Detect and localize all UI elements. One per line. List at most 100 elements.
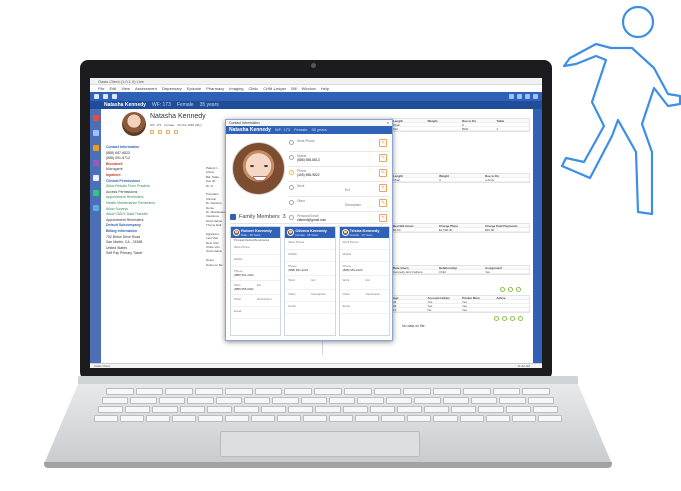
edit-icon[interactable] [508, 287, 513, 292]
grid-header-cell[interactable]: Active [495, 296, 530, 300]
family-card-field[interactable]: Mobile [285, 250, 335, 262]
dialog-patient-chart: WF: 173 [274, 127, 291, 132]
message-icon[interactable] [533, 94, 538, 99]
bell-icon[interactable] [509, 94, 514, 99]
right-side-panel-rail[interactable] [533, 109, 542, 363]
menu-item-dispensary[interactable]: Dispensary [162, 85, 182, 92]
family-card-field[interactable]: Email [285, 302, 335, 314]
menu-item-assessment[interactable]: Assessment [135, 85, 157, 92]
menu-item-clinic[interactable]: Clinic [249, 85, 259, 92]
family-card-field[interactable]: Phone (888) 651-2222 [339, 262, 389, 276]
grid-header-cell[interactable]: Due to Do [460, 119, 495, 123]
delete-note-icon[interactable] [510, 316, 515, 321]
grid-cell [495, 300, 530, 303]
family-card-field[interactable]: Other Description [339, 290, 389, 302]
family-card-field[interactable]: Other Description [285, 290, 335, 302]
field-personal-email[interactable]: Personal Email ntkmed@gmail.com ✎ [289, 212, 389, 227]
family-card-field[interactable]: Work (888) 555-6321 Ext [231, 281, 281, 295]
grid-header-cell[interactable]: Length [391, 174, 437, 178]
grid-header-cell[interactable]: Date Given [391, 266, 437, 270]
field-work-phone[interactable]: Work Phone ✎ [289, 137, 389, 152]
family-card-field[interactable]: Email [339, 302, 389, 314]
family-card-field[interactable]: Mobile [339, 250, 389, 262]
email-icon [289, 215, 294, 220]
field-mobile[interactable]: Mobile (586) 555-6813 ✎ [289, 152, 389, 167]
family-member-card[interactable]: Trisha Kennedy Female · 15 Years Work Phon… [338, 226, 390, 336]
delete-icon[interactable] [516, 287, 521, 292]
family-card-field[interactable]: Phone (888) 651-2222 [231, 267, 281, 281]
add-icon[interactable] [500, 287, 505, 292]
family-card-field[interactable]: Work Ext [339, 276, 389, 290]
keyboard-key [462, 388, 491, 395]
family-card-field[interactable]: Other Description [231, 295, 281, 307]
edit-phone-button[interactable]: ✎ [379, 169, 387, 177]
grid-row[interactable]: Tall BHD 1 [391, 127, 529, 131]
user-icon[interactable] [103, 94, 108, 99]
grid-header-cell[interactable]: Weight [437, 174, 483, 178]
family-member-card[interactable]: Robert Kennedy Male · 38 Years Principal M… [230, 226, 282, 336]
grid-header-cell[interactable]: Due to Do [483, 174, 529, 178]
edit-action-icon[interactable] [166, 130, 170, 134]
phone-action-icon[interactable] [150, 130, 154, 134]
grid-header-cell[interactable]: Length [391, 119, 426, 123]
alert-icon[interactable] [92, 115, 99, 121]
grid-row[interactable]: 15 No Yes [391, 308, 529, 312]
edit-other-button[interactable]: ✎ [379, 199, 387, 207]
field-phone[interactable]: Phone (405) 555-9822 ✎ [289, 167, 389, 182]
menu-item-imaging[interactable]: Imaging [229, 85, 243, 92]
grid-header-cell[interactable]: Account Holder [426, 296, 461, 300]
grid-header-cell[interactable]: Table [495, 119, 530, 123]
grid-header-cell[interactable]: Charge Paid Payments [483, 224, 529, 228]
grid-header-cell[interactable]: Age [391, 296, 426, 300]
notes-icon[interactable] [92, 160, 99, 166]
menu-item-file[interactable]: File [98, 85, 104, 92]
calendar-nav-icon[interactable] [92, 145, 99, 151]
calendar-icon[interactable] [517, 94, 522, 99]
menu-item-view[interactable]: View [121, 85, 130, 92]
menu-item-help[interactable]: Help [321, 85, 329, 92]
field-work[interactable]: Work Ext ✎ [289, 182, 389, 197]
field-other[interactable]: Other Description ✎ [289, 197, 389, 212]
billing-icon[interactable] [92, 205, 99, 211]
family-member-card[interactable]: Olivera Kennedy Female · 28 Years Work Pho… [284, 226, 336, 336]
menu-item-ledger[interactable]: CHM-Ledger [263, 85, 286, 92]
link-action-icon[interactable] [174, 130, 178, 134]
menu-item-episode[interactable]: Episode [187, 85, 201, 92]
edit-email-button[interactable]: ✎ [379, 214, 387, 222]
grid-row[interactable]: Chart 4 4 AmG [391, 178, 529, 182]
home-icon[interactable] [94, 94, 99, 99]
family-card-field[interactable]: Phone (888) 651-2222 [285, 262, 335, 276]
lab-icon[interactable] [92, 190, 99, 196]
menu-bar: File Edit View Assessment Dispensary Epi… [90, 85, 542, 92]
grid-header-cell[interactable]: Private Mem [460, 296, 495, 300]
grid-header-cell[interactable]: Relationship [437, 266, 483, 270]
menu-item-edit[interactable]: Edit [109, 85, 116, 92]
close-icon[interactable]: × [387, 120, 389, 126]
menu-item-pharmacy[interactable]: Pharmacy [206, 85, 224, 92]
edit-note-icon[interactable] [502, 316, 507, 321]
document-icon[interactable] [92, 175, 99, 181]
family-card-field[interactable]: Mobile [231, 255, 281, 267]
grid-row[interactable]: $0.00 $1,000.00 $26.00 [391, 228, 529, 232]
grid-header-cell[interactable]: Charge Plans [437, 224, 483, 228]
edit-work-button[interactable]: ✎ [379, 184, 387, 192]
chart-icon[interactable] [92, 130, 99, 136]
grid-row[interactable]: Kennedy, Eric Fathers Child Yes [391, 270, 529, 274]
grid-header-cell[interactable]: Weight [426, 119, 461, 123]
grid-icon[interactable] [525, 94, 530, 99]
settings-icon[interactable] [112, 94, 117, 99]
menu-item-bill[interactable]: Bill [291, 85, 296, 92]
family-card-field[interactable]: Work Phone [285, 238, 335, 250]
grid-header-cell[interactable]: Assignment [483, 266, 529, 270]
edit-work-phone-button[interactable]: ✎ [379, 139, 387, 147]
menu-item-window[interactable]: Window [302, 85, 316, 92]
family-card-field[interactable]: Work Ext [285, 276, 335, 290]
family-card-field[interactable]: Email [231, 307, 281, 319]
edit-mobile-button[interactable]: ✎ [379, 154, 387, 162]
email-action-icon[interactable] [158, 130, 162, 134]
family-card-field[interactable]: Work Phone [339, 238, 389, 250]
print-icon[interactable] [518, 316, 523, 321]
add-note-icon[interactable] [494, 316, 499, 321]
grid-header-cell[interactable]: Bed Bld Given [391, 224, 437, 228]
family-card-field[interactable]: Work Phone [231, 243, 281, 255]
